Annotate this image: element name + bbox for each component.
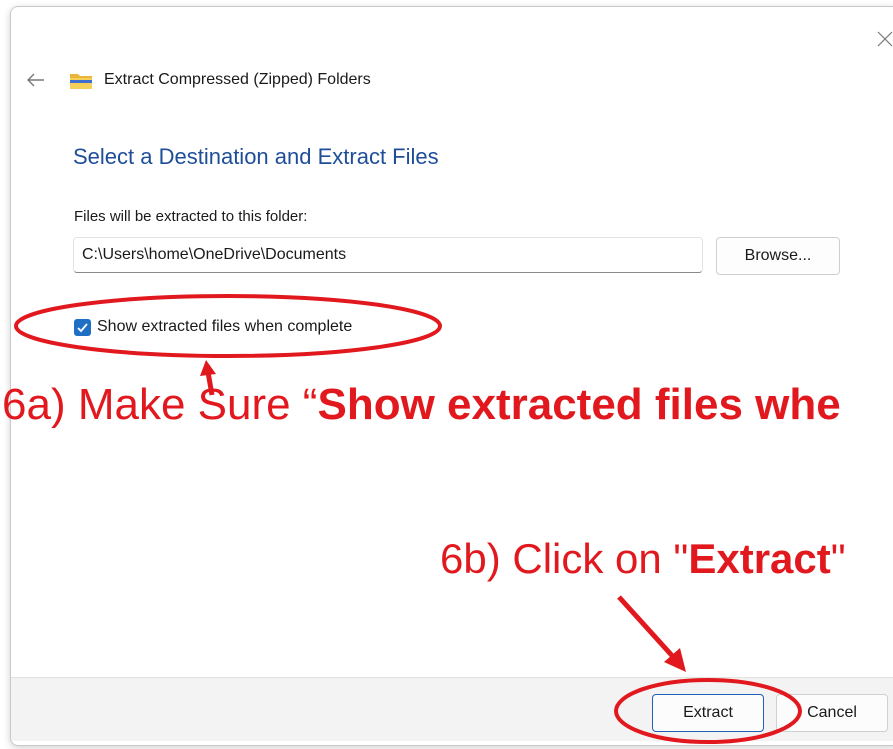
extract-button[interactable]: Extract [652,694,764,732]
annotation-step-b-suffix: " [830,535,846,582]
annotation-step-a-prefix: 6a) Make Sure “ [2,380,318,429]
annotation-step-a: 6a) Make Sure “Show extracted files whe [2,380,841,430]
annotation-step-b: 6b) Click on "Extract" [440,535,846,583]
dialog-title: Extract Compressed (Zipped) Folders [104,71,371,88]
cancel-button[interactable]: Cancel [776,694,888,732]
page-title: Select a Destination and Extract Files [73,144,439,169]
back-arrow-icon[interactable] [25,69,47,91]
show-files-label: Show extracted files when complete [97,318,353,335]
destination-path-input[interactable] [73,237,703,273]
show-files-checkbox[interactable] [74,318,91,336]
show-files-checkbox-row[interactable]: Show extracted files when complete [74,318,352,336]
annotation-step-b-prefix: 6b) Click on " [440,535,689,582]
browse-button[interactable]: Browse... [716,237,840,275]
annotation-step-a-bold: Show extracted files whe [317,380,841,429]
annotation-step-b-bold: Extract [688,535,831,582]
extract-dialog: Extract Compressed (Zipped) Folders Sele… [10,6,893,746]
destination-label: Files will be extracted to this folder: [74,208,308,225]
checkmark-icon [77,322,88,332]
close-icon[interactable] [873,27,893,51]
zip-folder-icon [69,71,93,91]
